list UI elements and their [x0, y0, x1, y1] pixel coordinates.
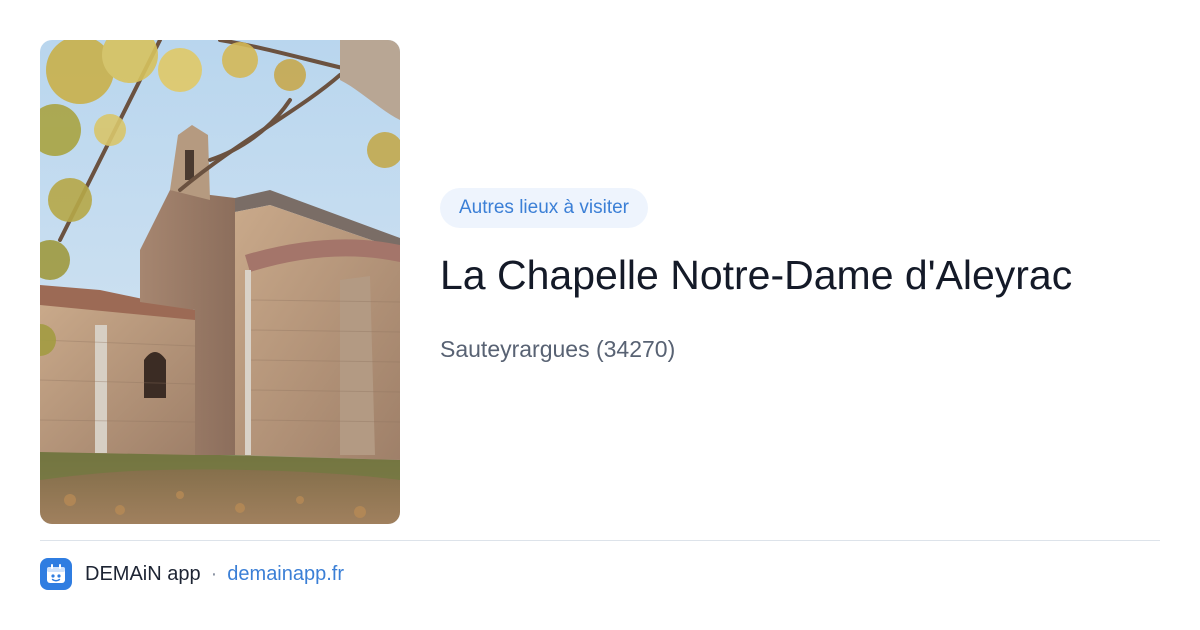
- footer-separator: ·: [210, 562, 218, 585]
- demain-app-icon: [40, 558, 72, 590]
- share-card: Autres lieux à visiter La Chapelle Notre…: [0, 0, 1200, 630]
- card-content: Autres lieux à visiter La Chapelle Notre…: [440, 188, 1160, 364]
- app-name: DEMAiN app: [85, 562, 201, 585]
- place-location: Sauteyrargues (34270): [440, 336, 676, 362]
- category-tag[interactable]: Autres lieux à visiter: [440, 188, 649, 228]
- chapel-photo: [40, 40, 400, 524]
- app-website-link[interactable]: demainapp.fr: [227, 563, 344, 586]
- place-title: La Chapelle Notre-Dame d'Aleyrac: [440, 252, 1073, 298]
- footer: DEMAiN app · demainapp.fr: [40, 557, 344, 591]
- footer-divider: [40, 540, 1160, 541]
